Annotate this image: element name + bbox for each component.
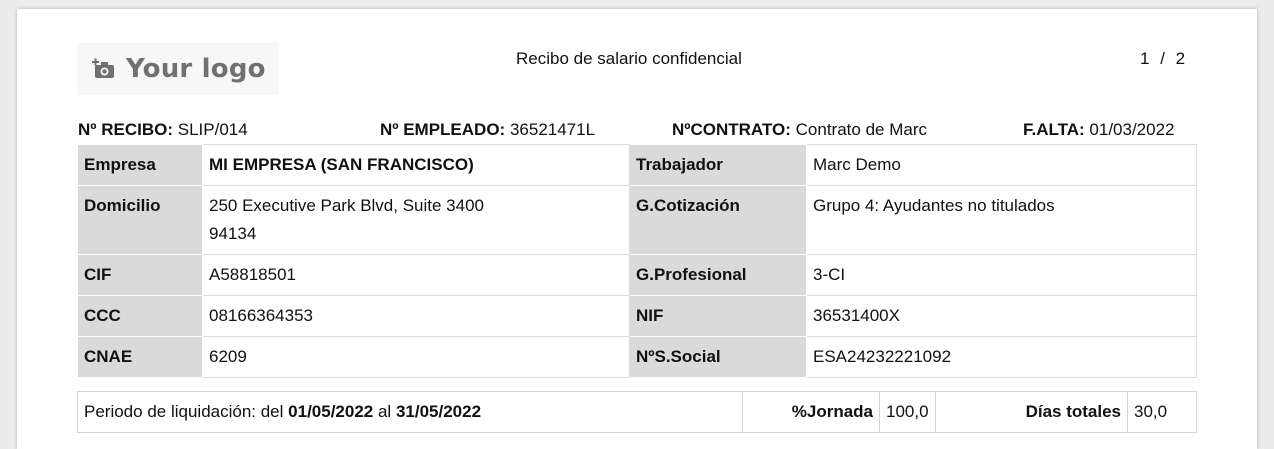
employee-number-value: 36521471L	[509, 120, 596, 139]
period-prefix: Periodo de liquidación: del	[84, 402, 289, 421]
cif-label: CIF	[77, 254, 203, 296]
dias-totales-value: 30,0	[1127, 391, 1197, 433]
domicilio-line-1: 250 Executive Park Blvd, Suite 3400	[209, 196, 484, 215]
nif-label: NIF	[629, 295, 807, 337]
page-number: 1 / 2	[1140, 49, 1185, 69]
logo-text: Your logo	[126, 54, 266, 84]
document-title: Recibo de salario confidencial	[516, 49, 742, 68]
receipt-number-label: Nº RECIBO:	[78, 120, 173, 139]
start-date-label: F.ALTA:	[1023, 120, 1085, 139]
employee-number-label: Nº EMPLEADO:	[380, 120, 506, 139]
period-range: Periodo de liquidación: del 01/05/2022 a…	[77, 391, 743, 433]
cnae-label: CNAE	[77, 336, 203, 378]
cif-value: A58818501	[202, 254, 630, 296]
company-worker-table: Empresa MI EMPRESA (SAN FRANCISCO) Traba…	[77, 144, 1197, 378]
period-to: 31/05/2022	[395, 402, 482, 421]
period-mid: al	[373, 402, 396, 421]
domicilio-value: 250 Executive Park Blvd, Suite 3400 94134	[202, 185, 630, 255]
nss-label: NºS.Social	[629, 336, 807, 378]
trabajador-label: Trabajador	[629, 144, 807, 186]
period-table: Periodo de liquidación: del 01/05/2022 a…	[77, 391, 1197, 433]
gcotizacion-label: G.Cotización	[629, 185, 807, 255]
camera-add-icon	[92, 58, 116, 80]
page-separator: /	[1160, 49, 1165, 68]
domicilio-line-2: 94134	[209, 224, 257, 243]
domicilio-label: Domicilio	[77, 185, 203, 255]
payslip-page: Your logo Recibo de salario confidencial…	[17, 9, 1257, 449]
page-total: 2	[1175, 49, 1186, 68]
page-current: 1	[1140, 49, 1150, 68]
gcotizacion-value: Grupo 4: Ayudantes no titulados	[806, 185, 1197, 255]
ccc-label: CCC	[77, 295, 203, 337]
period-from: 01/05/2022	[288, 402, 374, 421]
trabajador-value: Marc Demo	[806, 144, 1197, 186]
dias-totales-label: Días totales	[935, 391, 1128, 433]
nss-value: ESA24232221092	[806, 336, 1197, 378]
jornada-label: %Jornada	[742, 391, 880, 433]
ccc-value: 08166364353	[202, 295, 630, 337]
gprofesional-label: G.Profesional	[629, 254, 807, 296]
employee-number: Nº EMPLEADO: 36521471L	[380, 120, 595, 140]
gprofesional-value: 3-CI	[806, 254, 1197, 296]
receipt-number-value: SLIP/014	[177, 120, 248, 139]
company-logo: Your logo	[77, 43, 279, 95]
contract-number: NºCONTRATO: Contrato de Marc	[672, 120, 927, 140]
start-date: F.ALTA: 01/03/2022	[1023, 120, 1175, 140]
nif-value: 36531400X	[806, 295, 1197, 337]
start-date-value: 01/03/2022	[1089, 120, 1175, 139]
jornada-value: 100,0	[879, 391, 936, 433]
receipt-number: Nº RECIBO: SLIP/014	[78, 120, 248, 140]
cnae-value: 6209	[202, 336, 630, 378]
empresa-label: Empresa	[77, 144, 203, 186]
contract-number-value: Contrato de Marc	[795, 120, 927, 139]
contract-number-label: NºCONTRATO:	[672, 120, 791, 139]
empresa-value: MI EMPRESA (SAN FRANCISCO)	[202, 144, 630, 186]
